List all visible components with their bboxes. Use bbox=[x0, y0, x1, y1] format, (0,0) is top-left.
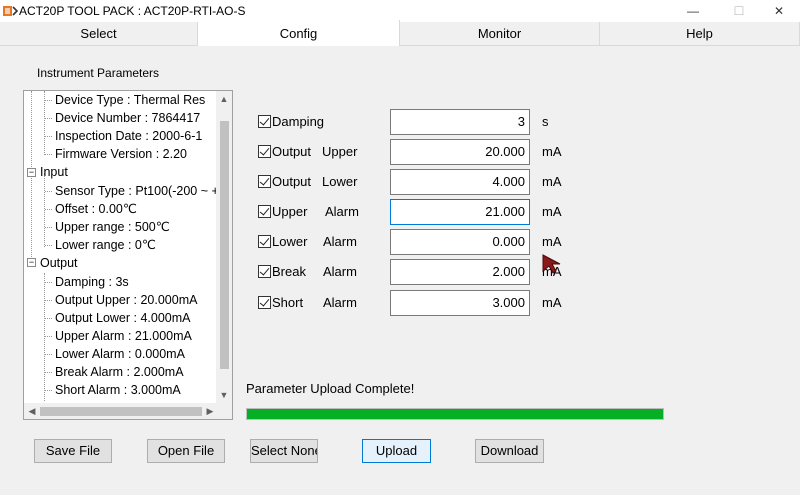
output-lower-checkbox[interactable] bbox=[258, 175, 271, 188]
param-row-short-alarm: Short Alarm 3.000 mA bbox=[256, 290, 576, 316]
output-upper-input[interactable]: 20.000 bbox=[390, 139, 530, 165]
save-file-button[interactable]: Save File bbox=[34, 439, 112, 463]
param-row-output-lower: Output Lower 4.000 mA bbox=[256, 169, 576, 195]
scroll-left-icon[interactable]: ◀ bbox=[24, 403, 40, 419]
parameter-tree[interactable]: Device Type : Thermal Res Device Number … bbox=[23, 90, 233, 420]
tree-item-device-number[interactable]: Device Number : 7864417 bbox=[55, 109, 200, 127]
lower-alarm-label-2: Alarm bbox=[323, 234, 357, 249]
output-lower-unit: mA bbox=[542, 174, 562, 189]
mouse-cursor-icon bbox=[542, 254, 561, 274]
param-row-lower-alarm: Lower Alarm 0.000 mA bbox=[256, 229, 576, 255]
break-alarm-label-2: Alarm bbox=[323, 264, 357, 279]
download-button[interactable]: Download bbox=[475, 439, 544, 463]
scroll-up-icon[interactable]: ▲ bbox=[216, 91, 232, 107]
short-alarm-unit: mA bbox=[542, 295, 562, 310]
break-alarm-checkbox[interactable] bbox=[258, 265, 271, 278]
param-row-upper-alarm: Upper Alarm 21.000 mA bbox=[256, 199, 576, 225]
damping-checkbox[interactable] bbox=[258, 115, 271, 128]
upper-alarm-checkbox[interactable] bbox=[258, 205, 271, 218]
tab-monitor[interactable]: Monitor bbox=[400, 22, 600, 46]
progress-fill bbox=[247, 409, 663, 419]
minimize-button[interactable]: — bbox=[670, 0, 716, 22]
upper-alarm-label: Upper bbox=[272, 204, 308, 219]
param-row-output-upper: Output Upper 20.000 mA bbox=[256, 139, 576, 165]
tree-item-output-lower[interactable]: Output Lower : 4.000mA bbox=[55, 309, 191, 327]
scrollbar-corner bbox=[216, 403, 232, 419]
break-alarm-label: Break bbox=[272, 264, 306, 279]
tree-vertical-scrollbar[interactable]: ▲ ▼ bbox=[216, 91, 232, 403]
tree-item-device-type[interactable]: Device Type : Thermal Res bbox=[55, 91, 205, 109]
tree-root-output[interactable]: Output bbox=[40, 254, 78, 272]
tab-bar: Select Config Monitor Help bbox=[0, 20, 800, 46]
window-title: ACT20P TOOL PACK : ACT20P-RTI-AO-S bbox=[19, 4, 246, 18]
short-alarm-input[interactable]: 3.000 bbox=[390, 290, 530, 316]
tree-item-inspection-date[interactable]: Inspection Date : 2000-6-1 bbox=[55, 127, 202, 145]
upper-alarm-unit: mA bbox=[542, 204, 562, 219]
tree-root-input[interactable]: Input bbox=[40, 163, 68, 181]
lower-alarm-input[interactable]: 0.000 bbox=[390, 229, 530, 255]
lower-alarm-unit: mA bbox=[542, 234, 562, 249]
scroll-down-icon[interactable]: ▼ bbox=[216, 387, 232, 403]
tree-item-firmware-version[interactable]: Firmware Version : 2.20 bbox=[55, 145, 187, 163]
output-lower-label-2: Lower bbox=[322, 174, 358, 189]
output-upper-checkbox[interactable] bbox=[258, 145, 271, 158]
horizontal-scroll-thumb[interactable] bbox=[40, 407, 202, 416]
damping-input[interactable]: 3 bbox=[390, 109, 530, 135]
param-row-break-alarm: Break Alarm 2.000 mA bbox=[256, 259, 576, 285]
instrument-parameters-label: Instrument Parameters bbox=[37, 66, 160, 80]
tree-item-sensor-type[interactable]: Sensor Type : Pt100(-200 ~ + bbox=[55, 182, 218, 200]
output-upper-unit: mA bbox=[542, 144, 562, 159]
short-alarm-label-2: Alarm bbox=[323, 295, 357, 310]
tab-config[interactable]: Config bbox=[198, 20, 400, 46]
param-row-damping: Damping 3 s bbox=[256, 109, 576, 135]
app-logo-icon bbox=[3, 6, 18, 16]
collapse-input-icon[interactable]: − bbox=[27, 168, 36, 177]
lower-alarm-checkbox[interactable] bbox=[258, 235, 271, 248]
tree-item-damping[interactable]: Damping : 3s bbox=[55, 273, 129, 291]
collapse-output-icon[interactable]: − bbox=[27, 258, 36, 267]
vertical-scroll-thumb[interactable] bbox=[220, 121, 229, 369]
upload-progress-bar bbox=[246, 408, 664, 420]
output-upper-label: Output bbox=[272, 144, 312, 159]
tree-item-break-alarm[interactable]: Break Alarm : 2.000mA bbox=[55, 363, 184, 381]
tree-horizontal-scrollbar[interactable]: ◀ ▶ bbox=[24, 403, 218, 419]
tree-item-upper-range[interactable]: Upper range : 500℃ bbox=[55, 218, 170, 236]
short-alarm-label: Short bbox=[272, 295, 304, 310]
upper-alarm-label-2: Alarm bbox=[325, 204, 359, 219]
upload-button[interactable]: Upload bbox=[362, 439, 431, 463]
open-file-button[interactable]: Open File bbox=[147, 439, 225, 463]
tree-content: Device Type : Thermal Res Device Number … bbox=[24, 91, 218, 403]
config-panel: Instrument Parameters Device Type : Ther… bbox=[0, 46, 800, 495]
output-lower-input[interactable]: 4.000 bbox=[390, 169, 530, 195]
tree-item-lower-range[interactable]: Lower range : 0℃ bbox=[55, 236, 156, 254]
tree-item-upper-alarm[interactable]: Upper Alarm : 21.000mA bbox=[55, 327, 192, 345]
status-message: Parameter Upload Complete! bbox=[246, 381, 415, 396]
tree-item-lower-alarm[interactable]: Lower Alarm : 0.000mA bbox=[55, 345, 185, 363]
short-alarm-checkbox[interactable] bbox=[258, 296, 271, 309]
title-bar: ACT20P TOOL PACK : ACT20P-RTI-AO-S — ☐ ✕ bbox=[0, 0, 800, 22]
tree-item-short-alarm[interactable]: Short Alarm : 3.000mA bbox=[55, 381, 181, 399]
close-button[interactable]: ✕ bbox=[756, 0, 800, 22]
upper-alarm-input[interactable]: 21.000 bbox=[390, 199, 530, 225]
tree-item-offset[interactable]: Offset : 0.00℃ bbox=[55, 200, 137, 218]
output-lower-label: Output bbox=[272, 174, 312, 189]
break-alarm-input[interactable]: 2.000 bbox=[390, 259, 530, 285]
output-upper-label-2: Upper bbox=[322, 144, 358, 159]
lower-alarm-label: Lower bbox=[272, 234, 308, 249]
tree-item-output-upper[interactable]: Output Upper : 20.000mA bbox=[55, 291, 197, 309]
select-none-button[interactable]: Select None bbox=[250, 439, 318, 463]
damping-label: Damping bbox=[272, 114, 325, 129]
tab-select[interactable]: Select bbox=[0, 22, 198, 46]
tab-help[interactable]: Help bbox=[600, 22, 800, 46]
damping-unit: s bbox=[542, 114, 549, 129]
